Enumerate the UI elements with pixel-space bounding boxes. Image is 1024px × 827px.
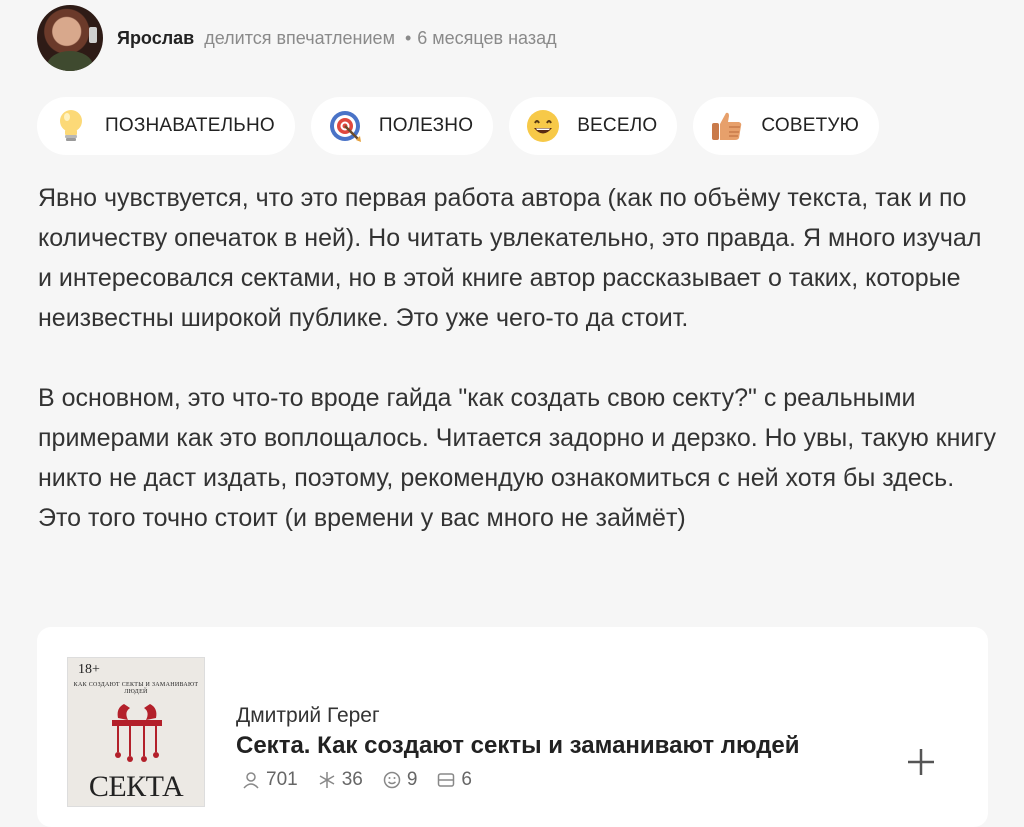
tag-recommend: СОВЕТУЮ [693,97,880,155]
tag-fun: ВЕСЕЛО [509,97,678,155]
shelf-icon [438,773,455,787]
tag-label: ПОЗНАВАТЕЛЬНО [105,115,275,136]
review-action: делится впечатлением [204,27,395,48]
smile-icon [525,108,561,144]
cover-age-rating: 18+ [78,662,100,677]
readers-count: 701 [266,769,298,790]
meta-separator: • [404,27,412,48]
thumbs-up-icon [709,108,745,144]
quotes-stat: 36 [318,769,363,791]
review-time: 6 месяцев назад [417,27,557,48]
review-text: Явно чувствуется, что это первая работа … [38,178,998,538]
review-header: Ярослав делится впечатлением • 6 месяцев… [37,5,557,71]
bookshelves-count: 6 [461,769,472,790]
plus-icon [908,749,934,775]
cover-hands-art [112,704,162,762]
bookshelves-stat: 6 [437,769,472,791]
book-stats: 701 36 9 6 [242,769,472,791]
book-title[interactable]: Секта. Как создают секты и заманивают лю… [236,732,800,760]
tag-label: СОВЕТУЮ [761,115,860,136]
book-author[interactable]: Дмитрий Герег [236,704,380,728]
tag-informative: ПОЗНАВАТЕЛЬНО [37,97,295,155]
asterisk-icon [319,772,335,788]
readers-stat: 701 [242,769,298,791]
review-meta: Ярослав делится впечатлением • 6 месяцев… [117,28,557,49]
add-to-shelf-button[interactable] [906,747,936,777]
impressions-stat: 9 [383,769,418,791]
quotes-count: 36 [341,769,363,790]
smile-outline-icon [383,771,401,789]
tag-label: ВЕСЕЛО [577,115,658,136]
target-icon [327,108,363,144]
author-name[interactable]: Ярослав [117,28,194,49]
user-icon [243,772,259,789]
impressions-count: 9 [406,769,418,790]
avatar[interactable] [37,5,103,71]
tag-label: ПОЛЕЗНО [378,115,474,136]
cover-title: СЕКТА [88,770,184,803]
book-cover[interactable]: 18+ КАК СОЗДАЮТ СЕКТЫ И ЗАМАНИВАЮТ ЛЮДЕЙ… [67,657,205,807]
review-paragraph: Явно чувствуется, что это первая работа … [38,184,982,332]
impression-tags: ПОЗНАВАТЕЛЬНО ПОЛЕЗНО ВЕСЕЛО СОВЕТУЮ [37,97,880,155]
tag-useful: ПОЛЕЗНО [310,97,494,155]
book-card[interactable]: 18+ КАК СОЗДАЮТ СЕКТЫ И ЗАМАНИВАЮТ ЛЮДЕЙ… [37,627,988,827]
cover-subtitle: КАК СОЗДАЮТ СЕКТЫ И ЗАМАНИВАЮТ ЛЮДЕЙ [73,682,199,695]
review-paragraph: В основном, это что-то вроде гайда "как … [38,384,996,532]
lightbulb-icon [53,108,89,144]
